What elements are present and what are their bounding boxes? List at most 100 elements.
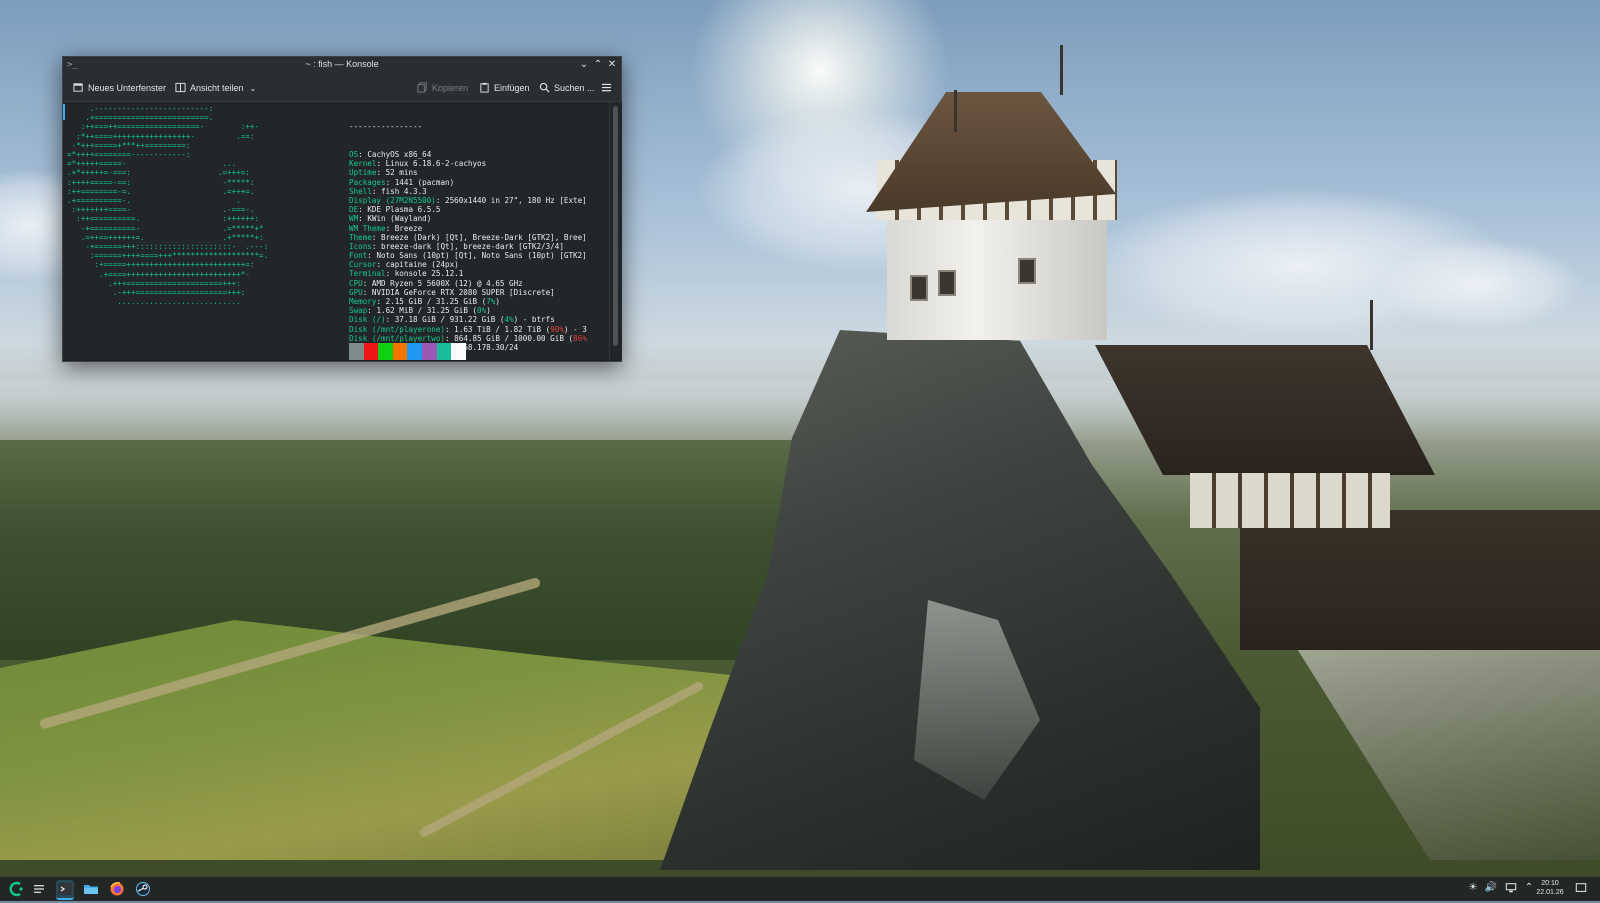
taskbar-firefox[interactable]	[108, 880, 126, 898]
palette-swatch	[407, 343, 422, 360]
taskbar-steam[interactable]	[134, 880, 152, 898]
info-value: Linux 6.18.6-2-cachyos	[385, 159, 487, 169]
terminal-scrollbar[interactable]	[609, 102, 622, 360]
info-key: Disk (/)	[349, 315, 386, 325]
info-key: Shell	[349, 186, 372, 196]
info-row: Disk (/): 37.18 GiB / 931.22 GiB (4%) - …	[349, 315, 555, 325]
clock[interactable]: 20:10 22.01.26	[1530, 879, 1570, 897]
logo-line: -+==========- .=*****+*	[80, 223, 264, 233]
info-row: WM: KWin (Wayland)	[349, 214, 432, 224]
taskbar-konsole[interactable]	[56, 880, 74, 900]
task-manager-button[interactable]	[30, 880, 48, 898]
usage-percent: 7%	[486, 297, 496, 306]
info-value: 864.85 GiB / 1000.00 GiB (	[454, 333, 574, 343]
scrollbar-thumb[interactable]	[613, 106, 618, 346]
logo-line: .+++=====================+++:	[108, 278, 241, 288]
taskbar: ☀ 🔊 ⌃ 20:10 22.01.26	[0, 876, 1600, 901]
paste-button[interactable]: Einfügen	[479, 80, 530, 96]
info-key: Theme	[349, 232, 372, 242]
system-info: ---------------- OS: CachyOS x86_64 Kerne…	[349, 104, 587, 360]
network-icon[interactable]	[1504, 881, 1518, 895]
info-key: OS	[349, 150, 359, 159]
chevron-down-icon: ⌄	[249, 84, 257, 93]
logo-line: -*+++=====+***++=========:	[71, 140, 191, 150]
info-key: DE	[349, 205, 359, 215]
info-key: Swap	[349, 306, 368, 316]
logo-line: :*++====+++++++++++++++++- .==:	[76, 131, 255, 141]
info-key: Packages	[349, 177, 386, 187]
logo-line: .-------------------------:	[89, 104, 214, 113]
wallpaper-hall	[1190, 473, 1390, 528]
info-row: Font: Noto Sans (10pt) [Qt], Noto Sans (…	[349, 251, 587, 261]
folder-icon	[84, 885, 98, 894]
info-value: KDE Plasma 6.5.5	[367, 205, 441, 215]
info-key: Cursor	[349, 260, 377, 270]
info-value: 1441 (pacman)	[394, 177, 455, 187]
find-button[interactable]: Suchen ...	[539, 80, 595, 96]
logo-line: -+======+++:::::::::::::::::::::- .---:	[85, 242, 269, 252]
info-value: 1.62 MiB / 31.25 GiB (	[376, 306, 478, 316]
logo-line: =*++++========------------:	[67, 150, 191, 160]
info-value: capitaine (24px)	[385, 260, 459, 270]
cachyos-icon	[9, 881, 23, 897]
close-icon[interactable]: ✕	[605, 58, 619, 72]
split-view-icon	[175, 82, 186, 93]
logo-line: :+=====++++++++++++++++++++++++++=:	[94, 260, 255, 270]
window-titlebar[interactable]: >_ ~ : fish — Konsole ⌄ ⌃ ✕	[63, 57, 621, 75]
copy-button[interactable]: Kopieren	[417, 80, 468, 96]
wallpaper-castle-wall	[1240, 510, 1600, 650]
info-key: Font	[349, 251, 368, 261]
taskbar-file-manager[interactable]	[82, 880, 100, 898]
konsole-toolbar: Neues Unterfenster Ansicht teilen ⌄ Kopie…	[63, 75, 621, 102]
palette-swatch	[436, 343, 452, 360]
info-key: Disk (/mnt/playertwo)	[349, 333, 446, 343]
color-palette	[349, 343, 466, 360]
info-row: Terminal: konsole 25.12.1	[349, 269, 464, 279]
logo-line: .+==========-. .	[67, 196, 241, 206]
find-label: Suchen ...	[554, 83, 595, 93]
info-value-tail: ) - 3	[563, 324, 587, 334]
split-view-button[interactable]: Ansicht teilen ⌄	[175, 80, 256, 96]
new-tab-label: Neues Unterfenster	[88, 83, 167, 93]
info-row: CPU: AMD Ryzen 5 5600X (12) @ 4.65 GHz	[349, 278, 523, 288]
info-value: fish 4.3.3	[381, 186, 427, 196]
search-icon	[539, 82, 550, 93]
terminal-output[interactable]: .-------------------------: .+==========…	[63, 102, 609, 360]
volume-icon[interactable]: 🔊	[1484, 881, 1498, 895]
clock-date: 22.01.26	[1536, 889, 1564, 896]
new-tab-icon	[73, 83, 83, 92]
konsole-window[interactable]: >_ ~ : fish — Konsole ⌄ ⌃ ✕ Neues Unterf…	[62, 56, 622, 362]
minimize-icon[interactable]: ⌄	[577, 58, 591, 72]
logo-line: :++===++==================- :++-	[80, 122, 260, 132]
new-tab-button[interactable]: Neues Unterfenster	[73, 80, 166, 96]
info-value-tail: )	[486, 306, 491, 316]
maximize-icon[interactable]: ⌃	[591, 58, 605, 72]
palette-swatch	[392, 343, 408, 360]
info-row: WM Theme: Breeze	[349, 223, 423, 233]
hamburger-menu-button[interactable]	[601, 80, 613, 96]
info-key: Memory	[349, 297, 377, 306]
logo-line: ...........................	[117, 297, 241, 307]
info-value: KWin (Wayland)	[367, 214, 432, 224]
show-desktop-icon[interactable]	[1574, 881, 1588, 895]
logo-line: :+++++++====- .-===-.	[71, 205, 255, 215]
wallpaper-cloud	[1380, 240, 1580, 330]
info-value-tail: )	[495, 297, 500, 306]
info-value: 2.15 GiB / 31.25 GiB (	[385, 297, 487, 306]
network-monitor-icon	[1505, 883, 1517, 893]
info-row: Memory: 2.15 GiB / 31.25 GiB (7%)	[349, 297, 500, 306]
info-row: Swap: 1.62 MiB / 31.25 GiB (0%)	[349, 306, 491, 316]
split-view-label: Ansicht teilen	[190, 83, 244, 93]
brightness-icon[interactable]: ☀	[1466, 881, 1480, 895]
copy-label: Kopieren	[432, 83, 469, 93]
app-launcher-button[interactable]	[7, 880, 25, 898]
wallpaper-hall-roof	[1095, 345, 1435, 475]
logo-line: .+*+++++=-===: .=+++=:	[67, 168, 250, 178]
info-value: konsole 25.12.1	[394, 269, 464, 279]
info-row: Cursor: capitaine (24px)	[349, 260, 459, 270]
firefox-icon	[110, 882, 124, 896]
logo-line: .+====+++++++++++++++++++++++++*-	[99, 269, 250, 279]
info-key: Kernel	[349, 159, 377, 169]
clock-time: 20:10	[1541, 880, 1559, 887]
info-row: Uptime: 52 mins	[349, 168, 418, 178]
